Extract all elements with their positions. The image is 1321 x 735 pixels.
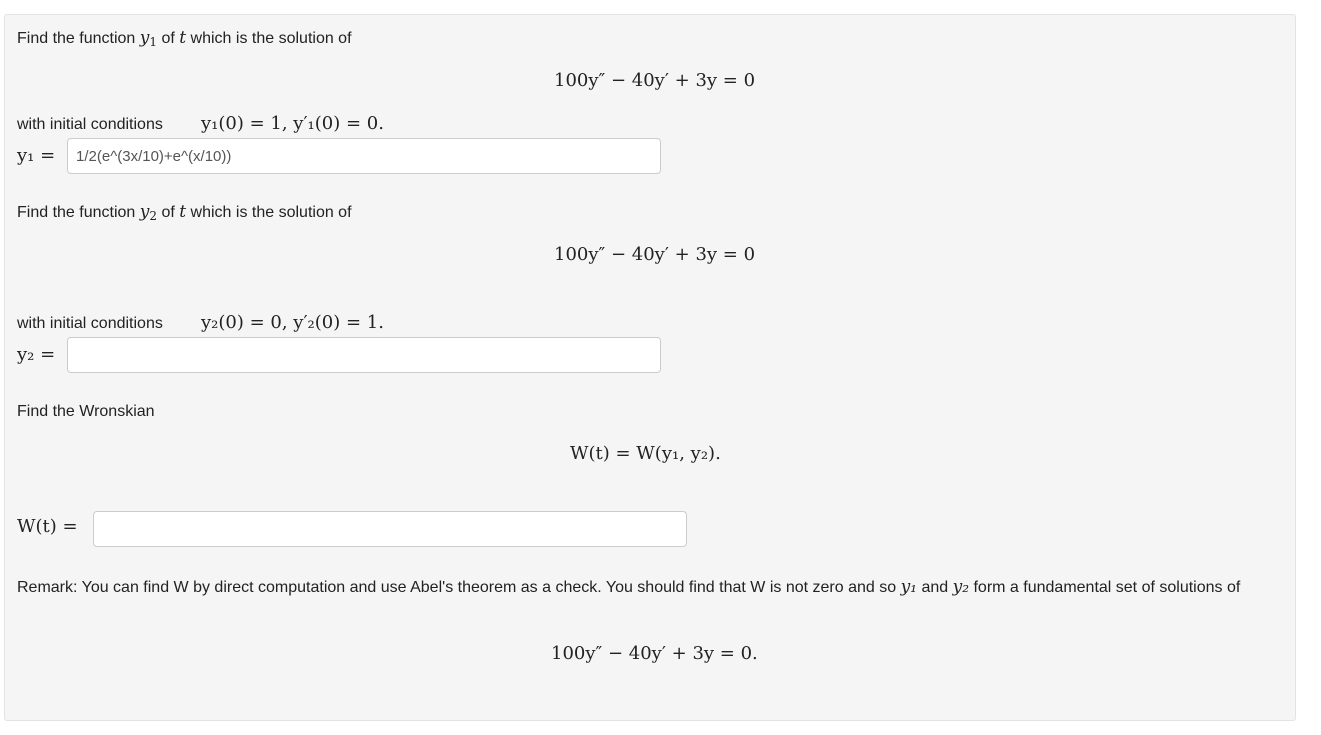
part1-intro: Find the function y1 of t which is the s… — [17, 28, 352, 49]
part2-equation: 100y″ − 40y′ + 3y = 0 — [554, 244, 756, 265]
part2-ic-math: y₂(0) = 0, y′₂(0) = 1. — [201, 312, 384, 333]
y1-answer-input[interactable] — [67, 138, 661, 174]
part1-func: y1 — [139, 28, 157, 49]
part3-answer-label: W(t) = — [17, 516, 78, 537]
part2-answer-label: y₂ = — [17, 344, 56, 365]
remark-text: Remark: You can find W by direct computa… — [17, 577, 1241, 597]
part2-ic-label: with initial conditions — [17, 315, 163, 332]
part1-ic-math: y₁(0) = 1, y′₁(0) = 0. — [201, 113, 384, 134]
wronskian-definition: W(t) = W(y₁, y₂). — [570, 443, 721, 464]
y2-answer-input[interactable] — [67, 337, 661, 373]
remark-equation: 100y″ − 40y′ + 3y = 0. — [551, 643, 758, 664]
part1-ic-label: with initial conditions — [17, 116, 163, 133]
part1-equation: 100y″ − 40y′ + 3y = 0 — [554, 70, 756, 91]
part2-intro: Find the function y2 of t which is the s… — [17, 202, 352, 223]
part3-intro: Find the Wronskian — [17, 403, 155, 420]
wronskian-answer-input[interactable] — [93, 511, 687, 547]
part2-func: y2 — [139, 202, 157, 223]
part1-answer-label: y₁ = — [17, 145, 56, 166]
